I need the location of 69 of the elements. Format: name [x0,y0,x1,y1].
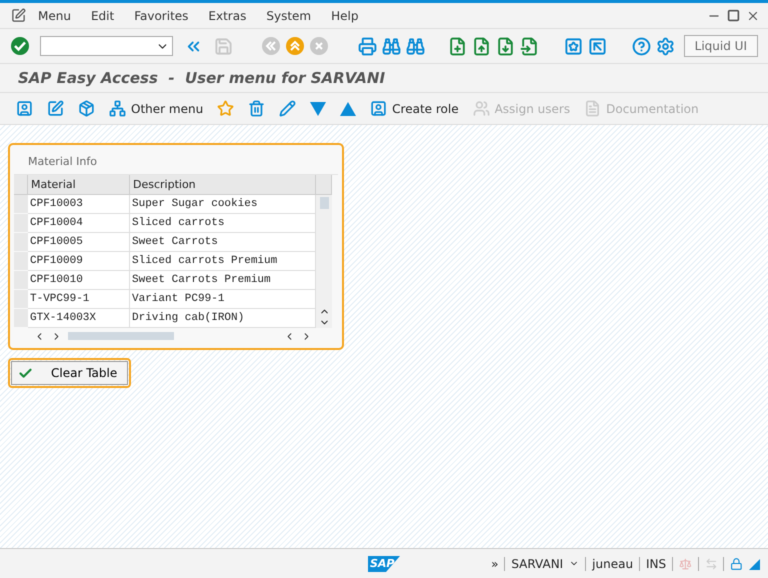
transfer-icon [704,556,718,570]
table-cell: GTX-14003X [28,309,130,328]
lock-icon[interactable] [730,556,744,570]
table-cell: CPF10005 [28,233,130,252]
table-cell: Variant PC99-1 [130,290,316,309]
new-session-icon[interactable] [563,36,583,56]
previous-page-icon[interactable] [471,36,491,56]
user-menu-icon[interactable] [16,100,33,117]
last-page-icon[interactable] [519,36,539,56]
system-name[interactable]: SARVANI [511,556,564,570]
menu-item[interactable]: System [256,8,322,22]
menu-item[interactable]: Favorites [124,8,198,22]
server-name: juneau [592,556,634,570]
sap-menu-icon[interactable] [47,100,64,117]
horizontal-scrollbar[interactable] [68,332,174,340]
next-page-icon[interactable] [495,36,515,56]
column-header[interactable]: Material [28,175,130,195]
header-corner [14,175,28,195]
menu-item[interactable]: Help [321,8,368,22]
menu-item[interactable]: Edit [80,8,124,22]
table-cell: Super Sugar cookies [130,195,316,214]
users-icon [472,100,490,117]
exit-icon[interactable] [285,36,305,56]
table-cell: T-VPC99-1 [28,290,130,309]
find-icon[interactable] [381,36,401,56]
header-corner [316,175,332,195]
table-cell: Sweet Carrots Premium [130,271,316,290]
insert-mode[interactable]: INS [646,556,666,570]
find-next-icon[interactable] [405,36,425,56]
help-icon[interactable] [631,36,651,56]
table-cell: Driving cab(IRON) [130,309,316,328]
toolbar-button[interactable]: Create role [370,100,459,117]
table-cell: CPF10009 [28,252,130,271]
document-icon [584,100,602,117]
table-cell: Sliced carrots [130,214,316,233]
shortcut-icon[interactable] [587,36,607,56]
print-icon[interactable] [357,36,377,56]
resize-grip-icon[interactable] [749,558,760,570]
down-triangle-icon[interactable] [310,102,326,116]
settings-icon[interactable] [655,36,675,56]
menu-item[interactable]: Menu [28,8,81,22]
liquid-ui-button[interactable]: Liquid UI [684,35,758,57]
maximize-icon[interactable] [727,8,740,22]
expand-status[interactable]: » [491,556,498,570]
performance-icon [679,556,692,570]
table-cell: Sliced carrots Premium [130,252,316,271]
toolbar-button[interactable]: Other menu [109,100,204,117]
first-page-icon[interactable] [447,36,467,56]
vertical-scrollbar[interactable] [316,195,332,328]
table-cell: CPF10004 [28,214,130,233]
create-role-icon [370,100,388,117]
column-header[interactable]: Description [130,175,316,195]
clear-table-button[interactable]: Clear Table [11,361,128,385]
table-cell: CPF10010 [28,271,130,290]
scroll-thumb[interactable] [320,197,328,209]
command-field[interactable] [40,36,173,56]
hierarchy-icon [109,100,126,117]
screen-title: SAP Easy Access - User menu for SARVANI [0,64,768,93]
sap-logo: SAP [368,556,398,572]
up-triangle-icon[interactable] [340,102,356,116]
check-icon [18,366,33,380]
add-favorite-icon[interactable] [217,100,234,117]
edit-icon[interactable] [279,100,296,117]
enter-icon[interactable] [10,36,30,56]
delete-favorite-icon[interactable] [248,100,266,117]
menu-item[interactable]: Extras [198,8,256,22]
table-cell: CPF10003 [28,195,130,214]
package-icon[interactable] [78,100,95,117]
table-cell: Sweet Carrots [130,233,316,252]
